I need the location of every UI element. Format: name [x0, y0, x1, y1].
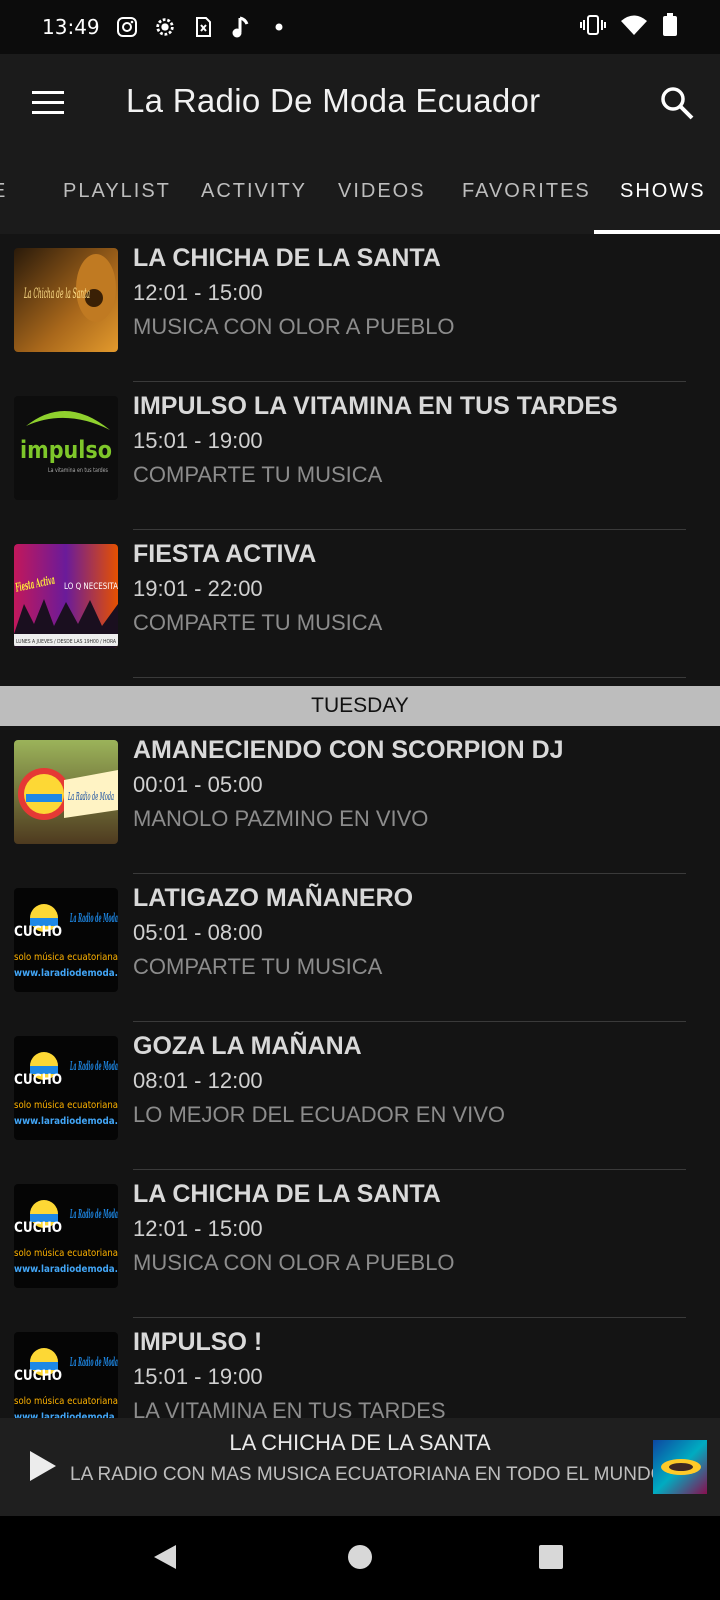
list-item[interactable]: La Chicha de la Santa LA CHICHA DE LA SA… [0, 234, 720, 382]
day-header: TUESDAY [0, 686, 720, 726]
shows-list[interactable]: La Chicha de la Santa LA CHICHA DE LA SA… [0, 234, 720, 1418]
show-description: COMPARTE TU MUSICA [133, 954, 383, 979]
svg-text:www.laradiodemoda.: www.laradiodemoda. [14, 968, 118, 979]
show-thumbnail: CUCHO La Radio de Moda solo música ecuat… [14, 888, 118, 992]
show-thumbnail: Fiesta Activa LO Q NECESITA LUNES A JUEV… [14, 544, 118, 648]
player-title: LA CHICHA DE LA SANTA [229, 1430, 491, 1455]
list-item[interactable]: impulso La vitamina en tus tardes IMPULS… [0, 382, 720, 530]
vibrate-icon [580, 14, 606, 40]
tab-playlist[interactable]: PLAYLIST [63, 180, 171, 203]
show-name: GOZA LA MAÑANA [133, 1032, 362, 1060]
list-item[interactable]: CUCHO La Radio de Moda solo música ecuat… [0, 1170, 720, 1318]
show-name: IMPULSO ! [133, 1328, 263, 1356]
show-thumbnail: impulso La vitamina en tus tardes [14, 396, 118, 500]
status-time: 13:49 [42, 15, 100, 39]
show-time: 12:01 - 15:00 [133, 280, 263, 305]
instagram-icon [116, 16, 138, 38]
status-right-icons [580, 13, 678, 41]
music-note-icon [230, 16, 252, 38]
menu-icon[interactable] [30, 90, 66, 116]
navigation-bar [0, 1516, 720, 1600]
svg-text:solo música ecuatoriana: solo música ecuatoriana [14, 1247, 118, 1259]
show-time: 15:01 - 19:00 [133, 1364, 263, 1389]
show-thumbnail: CUCHO La Radio de Moda solo música ecuat… [14, 1332, 118, 1418]
app-bar: La Radio De Moda Ecuador [0, 54, 720, 152]
show-description: MANOLO PAZMINO EN VIVO [133, 806, 429, 831]
list-item[interactable]: CUCHO La Radio de Moda solo música ecuat… [0, 1022, 720, 1170]
show-time: 00:01 - 05:00 [133, 772, 263, 797]
show-description: LA VITAMINA EN TUS TARDES [133, 1398, 446, 1418]
svg-text:La Radio de Moda: La Radio de Moda [68, 790, 114, 803]
svg-text:impulso: impulso [20, 436, 112, 464]
show-thumbnail: CUCHO La Radio de Moda solo música ecuat… [14, 1036, 118, 1140]
show-time: 12:01 - 15:00 [133, 1216, 263, 1241]
svg-text:La Chicha de la Santa: La Chicha de la Santa [24, 286, 90, 302]
show-description: MUSICA CON OLOR A PUEBLO [133, 314, 455, 339]
show-time: 05:01 - 08:00 [133, 920, 263, 945]
list-item[interactable]: CUCHO La Radio de Moda solo música ecuat… [0, 874, 720, 1022]
tab-bar: E PLAYLIST ACTIVITY VIDEOS FAVORITES SHO… [0, 152, 720, 234]
svg-text:CUCHO: CUCHO [14, 1368, 62, 1384]
show-description: COMPARTE TU MUSICA [133, 610, 383, 635]
tab-home[interactable]: E [0, 180, 7, 203]
dot-icon [268, 16, 290, 38]
home-icon[interactable] [345, 1542, 375, 1572]
mini-player[interactable]: LA CHICHA DE LA SANTA LA RADIO CON MAS M… [0, 1418, 720, 1516]
svg-text:LUNES A JUEVES / DESDE LAS 19H: LUNES A JUEVES / DESDE LAS 19H00 / HORA [16, 639, 117, 645]
svg-text:solo música ecuatoriana: solo música ecuatoriana [14, 1395, 118, 1407]
show-description: LO MEJOR DEL ECUADOR EN VIVO [133, 1102, 506, 1127]
svg-text:www.laradiodemoda.: www.laradiodemoda. [14, 1264, 118, 1275]
settings-icon [154, 16, 176, 38]
show-name: LA CHICHA DE LA SANTA [133, 244, 441, 272]
show-name: LATIGAZO MAÑANERO [133, 884, 414, 912]
list-item[interactable]: Fiesta Activa LO Q NECESITA LUNES A JUEV… [0, 530, 720, 678]
status-bar: 13:49 [0, 0, 720, 54]
svg-text:La Radio de Moda: La Radio de Moda [70, 1059, 118, 1073]
show-name: IMPULSO LA VITAMINA EN TUS TARDES [133, 392, 618, 420]
show-time: 19:01 - 22:00 [133, 576, 263, 601]
show-name: FIESTA ACTIVA [133, 540, 317, 568]
show-thumbnail: La Radio de Moda [14, 740, 118, 844]
svg-text:LO Q NECESITA: LO Q NECESITA [64, 582, 118, 592]
back-icon[interactable] [150, 1542, 180, 1572]
tab-activity[interactable]: ACTIVITY [201, 180, 307, 203]
list-item[interactable]: La Radio de Moda AMANECIENDO CON SCORPIO… [0, 726, 720, 874]
svg-text:www.laradiodemoda.: www.laradiodemoda. [14, 1116, 118, 1127]
show-name: LA CHICHA DE LA SANTA [133, 1180, 441, 1208]
list-item[interactable]: CUCHO La Radio de Moda solo música ecuat… [0, 1318, 720, 1418]
show-thumbnail: La Chicha de la Santa [14, 248, 118, 352]
tab-shows[interactable]: SHOWS [620, 180, 706, 203]
svg-text:CUCHO: CUCHO [14, 924, 62, 940]
show-description: COMPARTE TU MUSICA [133, 462, 383, 487]
tab-videos[interactable]: VIDEOS [338, 180, 426, 203]
show-description: MUSICA CON OLOR A PUEBLO [133, 1250, 455, 1275]
tab-favorites[interactable]: FAVORITES [462, 180, 591, 203]
svg-text:solo música ecuatoriana: solo música ecuatoriana [14, 951, 118, 963]
app-title: La Radio De Moda Ecuador [126, 82, 541, 119]
show-time: 15:01 - 19:00 [133, 428, 263, 453]
svg-text:La Radio de Moda: La Radio de Moda [70, 911, 118, 925]
sim-icon [192, 16, 214, 38]
divider [133, 677, 686, 678]
battery-icon [662, 13, 678, 41]
svg-text:solo música ecuatoriana: solo música ecuatoriana [14, 1099, 118, 1111]
show-time: 08:01 - 12:00 [133, 1068, 263, 1093]
svg-text:La Radio de Moda: La Radio de Moda [70, 1207, 118, 1221]
svg-text:CUCHO: CUCHO [14, 1072, 62, 1088]
svg-text:La vitamina en tus tardes: La vitamina en tus tardes [48, 467, 108, 474]
search-icon[interactable] [658, 84, 696, 122]
wifi-icon [620, 14, 648, 40]
recents-icon[interactable] [536, 1542, 566, 1572]
svg-text:CUCHO: CUCHO [14, 1220, 62, 1236]
show-thumbnail: CUCHO La Radio de Moda solo música ecuat… [14, 1184, 118, 1288]
player-artwork[interactable] [653, 1440, 707, 1494]
svg-text:La Radio de Moda: La Radio de Moda [70, 1355, 118, 1369]
player-subtitle: LA RADIO CON MAS MUSICA ECUATORIANA EN T… [70, 1464, 666, 1485]
show-name: AMANECIENDO CON SCORPION DJ [133, 736, 564, 764]
